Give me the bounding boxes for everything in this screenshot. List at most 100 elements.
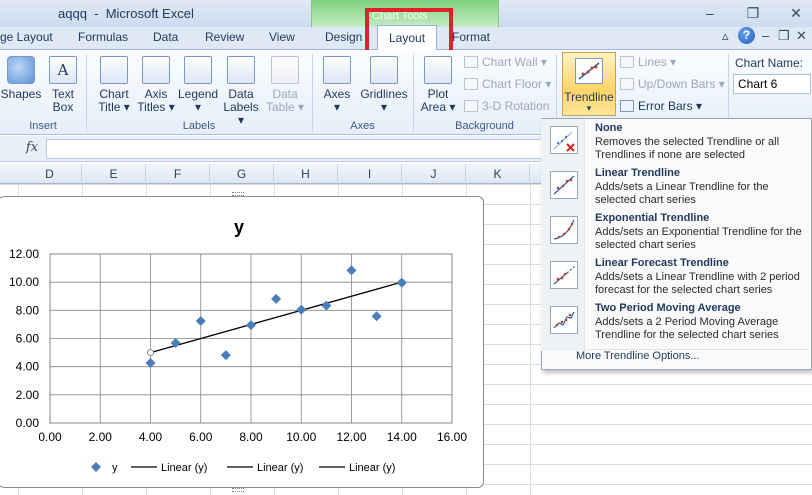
- gridlines-button[interactable]: Gridlines ▾: [358, 56, 410, 114]
- moving-average-icon-graphic: [553, 311, 575, 329]
- up-down-bars-button[interactable]: Up/Down Bars ▾: [620, 77, 725, 91]
- trendline-icon-graphic: [578, 62, 600, 80]
- column-header-g[interactable]: G: [210, 164, 274, 184]
- up-down-bars-icon: [620, 78, 634, 90]
- trendline-button[interactable]: Trendline ▾: [562, 52, 616, 116]
- x-tick-label: 2.00: [89, 430, 113, 444]
- axes-group-label: Axes: [350, 120, 375, 132]
- tab-data[interactable]: Data: [153, 30, 178, 44]
- y-tick-label: 6.00: [16, 332, 40, 346]
- gridline: [530, 184, 531, 495]
- menu-item-linear-forecast-trendline[interactable]: Linear Forecast Trendline Adds/sets a Li…: [546, 255, 810, 299]
- tab-review[interactable]: Review: [205, 30, 244, 44]
- data-point: [296, 304, 307, 315]
- help-icon[interactable]: ?: [738, 27, 755, 44]
- trendline-dropdown-arrow: ▾: [586, 103, 592, 113]
- column-header-h[interactable]: H: [274, 164, 338, 184]
- tab-page-layout[interactable]: ge Layout: [0, 30, 53, 44]
- menu-item-exponential-trendline[interactable]: Exponential Trendline Adds/sets an Expon…: [546, 210, 810, 254]
- shapes-button[interactable]: Shapes: [0, 56, 42, 101]
- linear-trendline-icon: [550, 171, 578, 199]
- y-tick-label: 12.00: [9, 247, 39, 261]
- data-labels-button[interactable]: Data Labels ▾: [220, 56, 262, 127]
- chart-name-input[interactable]: [733, 74, 811, 94]
- text-box-label: Text Box: [51, 87, 74, 114]
- legend-label-2: ▾: [194, 100, 202, 114]
- trendline-none-icon-graphic: [553, 131, 575, 152]
- workbook-minimize-icon[interactable]: –: [762, 28, 769, 43]
- trendline: [150, 281, 402, 354]
- chart-name-label: Chart Name:: [735, 56, 804, 70]
- gridlines-icon: [370, 56, 398, 84]
- menu-item-none[interactable]: None Removes the selected Trendline or a…: [546, 120, 810, 164]
- axes-icon: [323, 56, 351, 84]
- lines-button[interactable]: Lines ▾: [620, 55, 676, 69]
- 3d-rotation-icon: [464, 100, 478, 112]
- trendline-endpoint-handle: [147, 349, 154, 357]
- workbook-restore-icon[interactable]: ❐: [778, 28, 790, 44]
- tab-design[interactable]: Design: [325, 30, 362, 44]
- trendline-icon: [575, 58, 603, 84]
- data-point: [195, 316, 206, 327]
- tab-formulas[interactable]: Formulas: [78, 30, 128, 44]
- error-bars-button[interactable]: Error Bars ▾: [620, 99, 702, 113]
- menu-item-linear-trendline[interactable]: Linear Trendline Adds/sets a Linear Tren…: [546, 165, 810, 209]
- chart-resize-handle-bottom[interactable]: [232, 488, 244, 492]
- column-header-i[interactable]: I: [338, 164, 402, 184]
- moving-average-icon: [550, 306, 578, 334]
- lines-icon: [620, 56, 634, 68]
- workbook-close-icon[interactable]: ✕: [796, 28, 807, 44]
- menu-item-description: Adds/sets a Linear Trendline with 2 peri…: [595, 271, 800, 296]
- legend-icon: [184, 56, 212, 84]
- menu-item-description: Removes the selected Trendline or all Tr…: [595, 136, 780, 161]
- restore-button[interactable]: ❐: [743, 4, 763, 22]
- insert-function-icon[interactable]: fx: [18, 138, 46, 158]
- exponential-trendline-icon: [550, 216, 578, 244]
- close-button[interactable]: ✕: [786, 4, 806, 22]
- text-box-icon: A: [49, 56, 77, 84]
- trendline-label: Trendline: [564, 90, 614, 104]
- y-tick-label: 2.00: [16, 388, 40, 402]
- x-tick-label: 14.00: [387, 430, 417, 444]
- x-tick-label: 10.00: [286, 430, 316, 444]
- column-header-j[interactable]: J: [402, 164, 466, 184]
- data-labels-icon: [227, 56, 255, 84]
- column-header-d[interactable]: D: [18, 164, 82, 184]
- legend-label: Linear (y): [161, 462, 207, 474]
- chart-resize-handle-top[interactable]: [232, 192, 244, 196]
- labels-group-label: Labels: [182, 120, 216, 132]
- data-table-button[interactable]: Data Table ▾: [264, 56, 306, 114]
- axis-titles-button[interactable]: Axis Titles ▾: [136, 56, 176, 114]
- tab-view[interactable]: View: [269, 30, 295, 44]
- error-bars-icon: [620, 100, 634, 112]
- x-tick-label: 8.00: [239, 430, 263, 444]
- legend-button[interactable]: Legend ▾: [178, 56, 218, 114]
- plot-area-label-2: Area ▾: [420, 100, 456, 114]
- tab-format[interactable]: Format: [452, 30, 490, 44]
- menu-item-two-period-moving-average[interactable]: Two Period Moving Average Adds/sets a 2 …: [546, 300, 810, 344]
- 3d-rotation-label: 3-D Rotation: [482, 99, 550, 113]
- chart-floor-button[interactable]: Chart Floor ▾: [464, 77, 551, 91]
- more-trendline-options-item[interactable]: More Trendline Options...: [576, 350, 700, 362]
- text-box-button[interactable]: A Text Box: [45, 56, 81, 114]
- embedded-chart[interactable]: 0.00 2.00 4.00 6.00 8.00 10.00 12.00 0.00 2.00 4.…: [0, 196, 484, 488]
- column-header-e[interactable]: E: [82, 164, 146, 184]
- x-tick-label: 6.00: [189, 430, 213, 444]
- background-group-label: Background: [455, 120, 514, 132]
- ribbon-minimize-icon[interactable]: ▵: [722, 28, 729, 44]
- menu-item-title: Two Period Moving Average: [595, 302, 741, 314]
- insert-group-label: Insert: [29, 120, 57, 132]
- menu-item-title: None: [595, 122, 623, 134]
- plot-area-button[interactable]: Plot Area ▾: [418, 56, 458, 114]
- chart-title-button[interactable]: Chart Title ▾: [94, 56, 134, 114]
- x-tick-label: 16.00: [437, 430, 467, 444]
- x-tick-label: 0.00: [38, 430, 62, 444]
- y-tick-label: 8.00: [16, 303, 40, 317]
- minimize-button[interactable]: –: [700, 4, 720, 22]
- chart-wall-button[interactable]: Chart Wall ▾: [464, 55, 547, 69]
- column-header-f[interactable]: F: [146, 164, 210, 184]
- column-header-k[interactable]: K: [466, 164, 530, 184]
- y-tick-label: 10.00: [9, 275, 39, 289]
- 3d-rotation-button[interactable]: 3-D Rotation: [464, 99, 549, 113]
- axes-button[interactable]: Axes ▾: [318, 56, 356, 114]
